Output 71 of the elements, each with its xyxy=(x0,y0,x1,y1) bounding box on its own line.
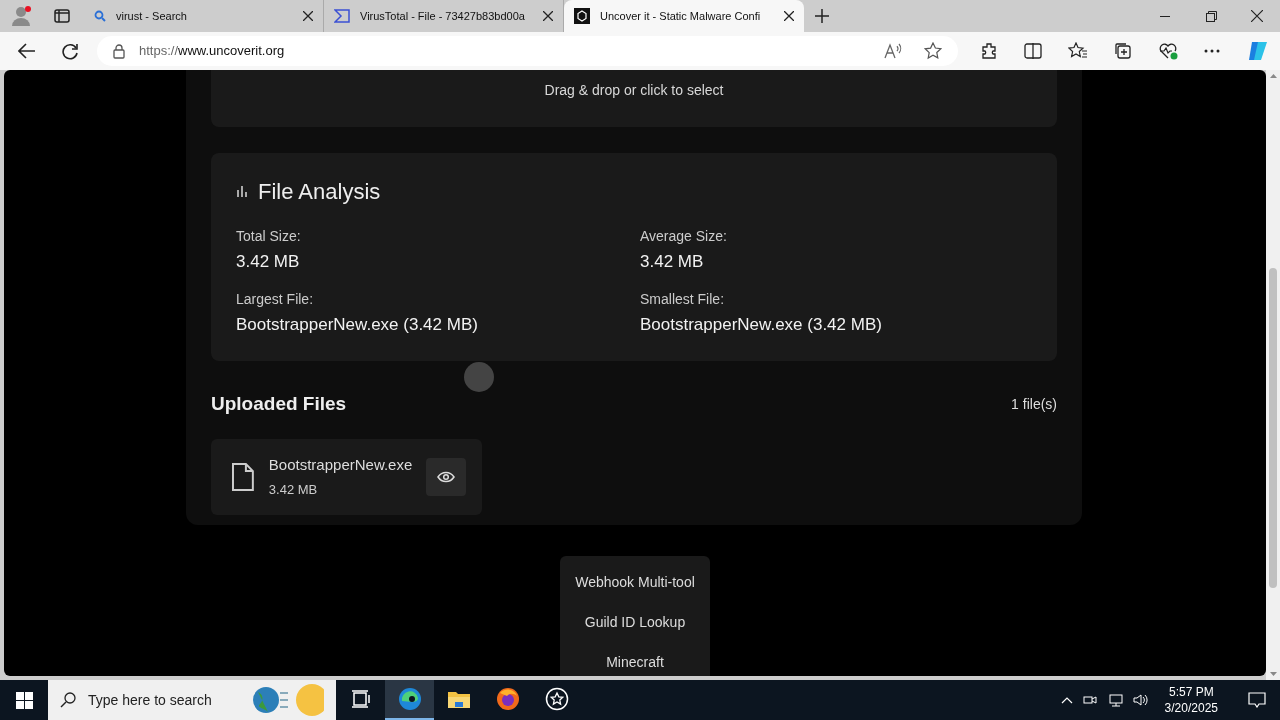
task-view-icon[interactable] xyxy=(350,690,371,708)
notifications-icon[interactable] xyxy=(1248,692,1266,708)
upload-hint: Drag & drop or click to select xyxy=(544,81,724,100)
restore-icon[interactable] xyxy=(1205,10,1217,22)
new-tab-icon[interactable] xyxy=(815,9,829,23)
menu-item[interactable]: Guild ID Lookup xyxy=(560,602,710,642)
stat-value: 3.42 MB xyxy=(236,251,301,273)
menu-item[interactable]: Webhook Multi-tool xyxy=(560,562,710,602)
close-icon[interactable] xyxy=(784,11,794,21)
favorite-star-icon[interactable] xyxy=(924,42,942,60)
eye-icon xyxy=(437,470,456,483)
tab-title: VirusTotal - File - 73427b83bd00a xyxy=(360,8,526,24)
stat-value: 3.42 MB xyxy=(640,251,705,273)
folder-icon[interactable] xyxy=(446,689,471,709)
minimize-icon[interactable] xyxy=(1160,15,1170,17)
scroll-up-icon[interactable] xyxy=(1269,74,1277,78)
browser-tab[interactable]: Uncover it - Static Malware Confi xyxy=(564,0,804,32)
read-aloud-icon[interactable] xyxy=(884,43,902,59)
search-icon xyxy=(60,692,76,708)
collections-icon[interactable] xyxy=(1114,42,1132,60)
refresh-icon[interactable] xyxy=(62,42,79,60)
scrollbar-thumb[interactable] xyxy=(1269,268,1277,588)
stat-value: BootstrapperNew.exe (3.42 MB) xyxy=(640,313,883,336)
copilot-icon[interactable] xyxy=(1246,39,1270,63)
taskbar-search-field[interactable]: Type here to search xyxy=(48,680,336,720)
sigma-icon xyxy=(334,9,350,23)
back-icon[interactable] xyxy=(18,43,36,59)
clock-time[interactable]: 5:57 PM xyxy=(1168,684,1214,700)
close-icon[interactable] xyxy=(303,11,313,21)
stat-label: Largest File: xyxy=(236,289,315,309)
file-size: 3.42 MB xyxy=(268,481,319,499)
view-button[interactable] xyxy=(426,457,466,496)
volume-icon[interactable] xyxy=(1132,693,1149,707)
close-icon[interactable] xyxy=(1251,10,1263,22)
tab-title: virust - Search xyxy=(116,8,188,24)
chevron-up-icon[interactable] xyxy=(1060,696,1073,704)
extensions-icon[interactable] xyxy=(980,42,998,60)
url-text: https://www.uncoverit.org xyxy=(138,42,285,61)
stat-label: Total Size: xyxy=(236,227,302,246)
stat-label: Average Size: xyxy=(640,227,728,246)
camera-icon[interactable] xyxy=(1082,693,1097,707)
profile-icon[interactable] xyxy=(11,5,33,27)
analysis-title: File Analysis xyxy=(258,178,381,206)
favorites-icon[interactable] xyxy=(1068,42,1088,60)
search-icon xyxy=(94,10,106,22)
firefox-icon[interactable] xyxy=(495,687,520,711)
health-heart-icon[interactable] xyxy=(1158,42,1178,60)
clock-date[interactable]: 3/20/2025 xyxy=(1164,700,1218,716)
more-icon[interactable] xyxy=(1204,49,1220,53)
site-logo-icon xyxy=(574,8,590,24)
close-icon[interactable] xyxy=(543,11,553,21)
file-count: 1 file(s) xyxy=(1011,394,1057,414)
uploaded-title: Uploaded Files xyxy=(211,392,347,416)
star-circle-icon[interactable] xyxy=(544,687,569,711)
stat-label: Smallest File: xyxy=(640,289,726,309)
stat-value: BootstrapperNew.exe (3.42 MB) xyxy=(236,313,479,336)
file-name: BootstrapperNew.exe xyxy=(268,454,413,475)
tab-title: Uncover it - Static Malware Confi xyxy=(600,8,762,24)
split-screen-icon[interactable] xyxy=(1024,43,1042,59)
lock-icon xyxy=(112,43,125,59)
edge-browser-icon[interactable] xyxy=(397,687,422,711)
windows-start-icon[interactable] xyxy=(15,691,33,709)
bar-chart-icon xyxy=(236,186,248,197)
address-bar[interactable]: https://www.uncoverit.org xyxy=(96,36,958,66)
menu-item[interactable]: Minecraft xyxy=(560,642,710,676)
scroll-down-icon[interactable] xyxy=(1269,672,1277,676)
tab-actions-icon[interactable] xyxy=(54,9,70,23)
file-icon xyxy=(231,461,255,492)
upload-card[interactable]: Drag & drop or click to select xyxy=(211,70,1057,127)
search-placeholder: Type here to search xyxy=(88,690,212,710)
network-icon[interactable] xyxy=(1106,693,1123,707)
